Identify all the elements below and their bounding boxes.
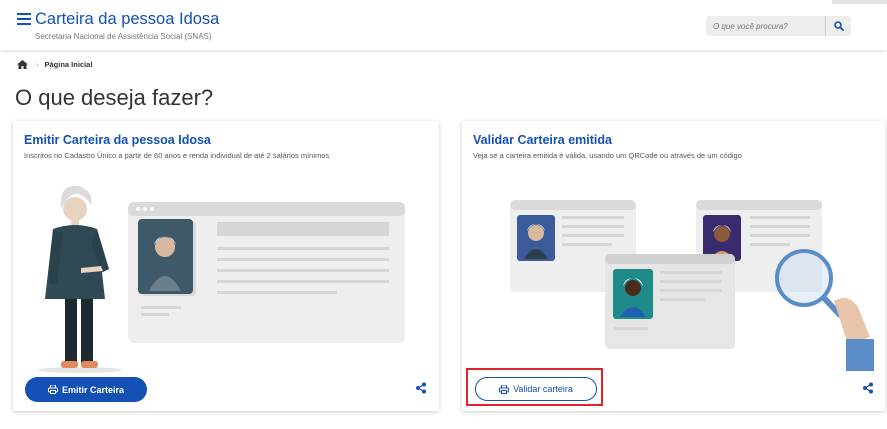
- app-title[interactable]: Carteira da pessoa Idosa: [35, 10, 219, 29]
- breadcrumb-current: Página Inicial: [44, 60, 93, 69]
- top-tab-decoration: [832, 0, 887, 4]
- search-icon: [833, 21, 844, 31]
- elderly-card-illustration: [38, 185, 405, 373]
- validar-carteira-button[interactable]: Validar carteira: [475, 377, 597, 401]
- home-icon[interactable]: [17, 60, 28, 69]
- button-label: Emitir Carteira: [61, 384, 125, 395]
- card-validar-carteira: Validar Carteira emitida Veja se a carte…: [462, 121, 885, 411]
- app-subtitle: Secretaria Nacional de Assistência Socia…: [35, 32, 212, 41]
- hamburger-menu-icon[interactable]: [17, 13, 31, 27]
- search-box: [706, 16, 851, 37]
- page-title: O que deseja fazer?: [15, 85, 214, 110]
- button-label: Validar carteira: [513, 384, 573, 394]
- breadcrumb: › Página Inicial: [17, 60, 92, 69]
- share-icon[interactable]: [415, 382, 427, 394]
- share-icon[interactable]: [862, 382, 874, 394]
- print-icon: [499, 384, 510, 394]
- validate-card-illustration: [510, 200, 874, 371]
- site-header: Carteira da pessoa Idosa Secretaria Naci…: [0, 0, 887, 50]
- emitir-carteira-button[interactable]: Emitir Carteira: [25, 377, 147, 402]
- search-input[interactable]: [706, 16, 824, 37]
- print-icon: [47, 385, 58, 394]
- card-emitir-carteira: Emitir Carteira da pessoa Idosa Inscrito…: [13, 121, 439, 411]
- highlight-box: Validar carteira: [466, 368, 603, 406]
- breadcrumb-separator: ›: [36, 60, 39, 69]
- search-button[interactable]: [825, 16, 851, 36]
